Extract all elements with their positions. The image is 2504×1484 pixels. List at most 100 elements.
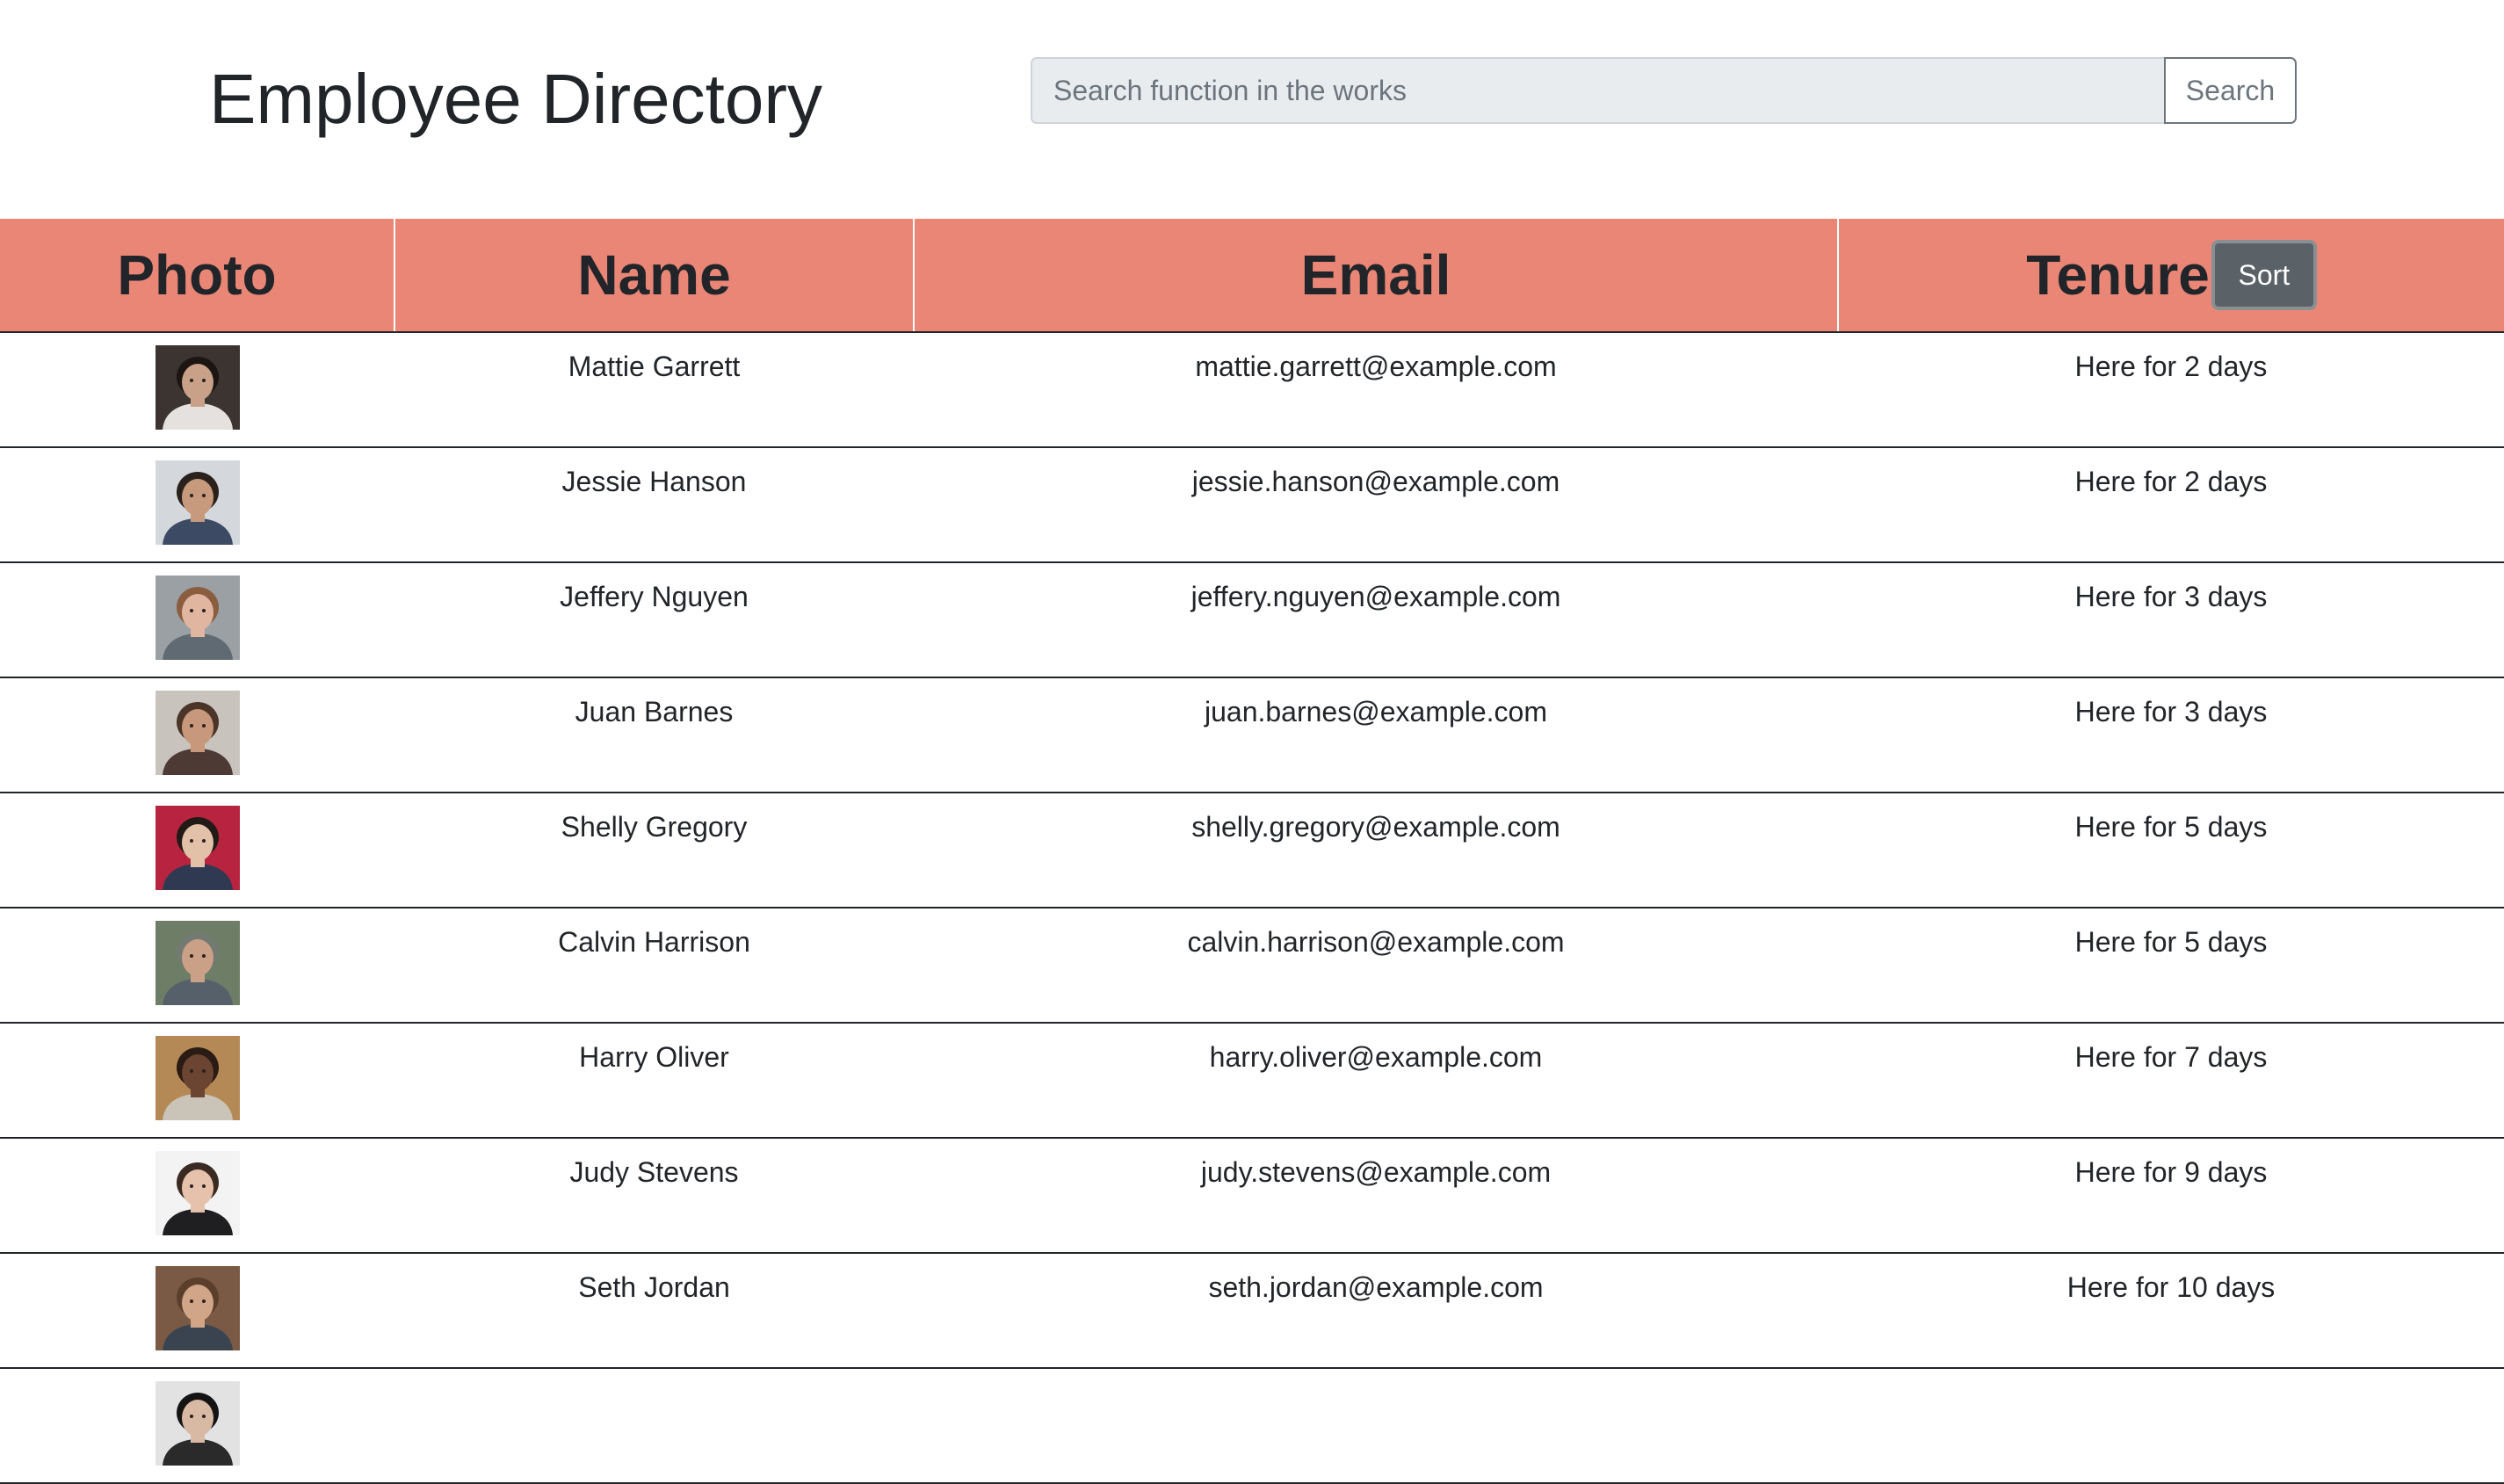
tenure-cell: Here for 3 days bbox=[1838, 677, 2504, 793]
tenure-cell: Here for 9 days bbox=[1838, 1138, 2504, 1254]
search-bar: Search bbox=[1031, 57, 2297, 124]
employee-name: Mattie Garrett bbox=[568, 351, 741, 382]
photo-cell bbox=[0, 1138, 394, 1254]
tenure-cell: Here for 2 days bbox=[1838, 332, 2504, 448]
table-row: Calvin Harrison calvin.harrison@example.c… bbox=[0, 908, 2504, 1024]
photo-eye bbox=[201, 1184, 206, 1188]
employee-tenure: Here for 7 days bbox=[2074, 1041, 2268, 1073]
photo-face bbox=[181, 1169, 213, 1206]
table-row bbox=[0, 1368, 2504, 1484]
column-header-name: Name bbox=[394, 219, 914, 333]
name-cell: Seth Jordan bbox=[394, 1253, 914, 1369]
email-cell: calvin.harrison@example.com bbox=[914, 908, 1838, 1024]
employee-name: Shelly Gregory bbox=[561, 811, 748, 843]
photo-eye bbox=[189, 954, 193, 958]
employee-email: shelly.gregory@example.com bbox=[1191, 811, 1560, 843]
photo-face bbox=[181, 1054, 213, 1091]
name-cell: Jeffery Nguyen bbox=[394, 562, 914, 678]
photo-eye bbox=[189, 1069, 193, 1073]
employee-tenure: Here for 3 days bbox=[2074, 581, 2268, 612]
name-cell: Calvin Harrison bbox=[394, 908, 914, 1024]
photo-cell bbox=[0, 1368, 394, 1484]
employee-tenure: Here for 2 days bbox=[2074, 351, 2268, 382]
tenure-cell bbox=[1838, 1368, 2504, 1484]
email-cell: mattie.garrett@example.com bbox=[914, 332, 1838, 448]
employee-photo bbox=[155, 576, 240, 660]
employee-email: seth.jordan@example.com bbox=[1208, 1271, 1544, 1303]
email-cell: harry.oliver@example.com bbox=[914, 1023, 1838, 1139]
photo-eye bbox=[201, 954, 206, 958]
photo-eye bbox=[189, 839, 193, 843]
employee-photo bbox=[155, 806, 240, 890]
employee-tenure: Here for 10 days bbox=[2066, 1271, 2276, 1303]
tenure-cell: Here for 10 days bbox=[1838, 1253, 2504, 1369]
photo-eye bbox=[201, 1069, 206, 1073]
table-row: Juan Barnes juan.barnes@example.com Here f… bbox=[0, 677, 2504, 793]
email-cell: jessie.hanson@example.com bbox=[914, 447, 1838, 563]
photo-cell bbox=[0, 1253, 394, 1369]
employee-name bbox=[394, 1369, 914, 1386]
photo-cell bbox=[0, 793, 394, 908]
name-cell: Mattie Garrett bbox=[394, 332, 914, 448]
column-header-tenure-label: Tenure bbox=[2026, 243, 2210, 307]
employee-tenure: Here for 3 days bbox=[2074, 696, 2268, 728]
table-body: Mattie Garrett mattie.garrett@example.com… bbox=[0, 332, 2504, 1484]
employee-tenure bbox=[1838, 1369, 2504, 1386]
employee-email: judy.stevens@example.com bbox=[1200, 1156, 1552, 1188]
employee-photo bbox=[155, 1381, 240, 1466]
employee-photo bbox=[155, 691, 240, 775]
employee-table: Photo Name Email Tenure Sort Mattie Garr… bbox=[0, 219, 2504, 1484]
photo-cell bbox=[0, 908, 394, 1024]
photo-eye bbox=[189, 379, 193, 382]
email-cell: shelly.gregory@example.com bbox=[914, 793, 1838, 908]
employee-email: harry.oliver@example.com bbox=[1209, 1041, 1543, 1073]
tenure-cell: Here for 2 days bbox=[1838, 447, 2504, 563]
table-header-row: Photo Name Email Tenure Sort bbox=[0, 219, 2504, 333]
search-input[interactable] bbox=[1031, 57, 2164, 124]
search-button[interactable]: Search bbox=[2164, 57, 2297, 124]
tenure-cell: Here for 5 days bbox=[1838, 793, 2504, 908]
employee-email: calvin.harrison@example.com bbox=[1187, 926, 1565, 958]
employee-name: Jeffery Nguyen bbox=[560, 581, 749, 612]
email-cell bbox=[914, 1368, 1838, 1484]
table-row: Judy Stevens judy.stevens@example.com Here… bbox=[0, 1138, 2504, 1254]
employee-email: juan.barnes@example.com bbox=[1204, 696, 1547, 728]
table-row: Seth Jordan seth.jordan@example.com Here f… bbox=[0, 1253, 2504, 1369]
photo-face bbox=[181, 594, 213, 631]
photo-face bbox=[181, 824, 213, 861]
name-cell: Harry Oliver bbox=[394, 1023, 914, 1139]
photo-eye bbox=[201, 839, 206, 843]
column-header-photo: Photo bbox=[0, 219, 394, 333]
photo-eye bbox=[201, 1415, 206, 1418]
photo-cell bbox=[0, 1023, 394, 1139]
email-cell: jeffery.nguyen@example.com bbox=[914, 562, 1838, 678]
employee-name: Seth Jordan bbox=[578, 1271, 730, 1303]
photo-eye bbox=[189, 724, 193, 728]
sort-button[interactable]: Sort bbox=[2211, 240, 2317, 310]
employee-tenure: Here for 5 days bbox=[2074, 926, 2268, 958]
employee-photo bbox=[155, 345, 240, 430]
name-cell bbox=[394, 1368, 914, 1484]
employee-tenure: Here for 2 days bbox=[2074, 466, 2268, 497]
table-row: Shelly Gregory shelly.gregory@example.com… bbox=[0, 793, 2504, 908]
photo-eye bbox=[201, 1299, 206, 1303]
name-cell: Juan Barnes bbox=[394, 677, 914, 793]
photo-face bbox=[181, 709, 213, 746]
table-row: Jeffery Nguyen jeffery.nguyen@example.com… bbox=[0, 562, 2504, 678]
photo-cell bbox=[0, 677, 394, 793]
photo-eye bbox=[189, 494, 193, 497]
name-cell: Jessie Hanson bbox=[394, 447, 914, 563]
employee-email: jeffery.nguyen@example.com bbox=[1190, 581, 1561, 612]
photo-eye bbox=[189, 1415, 193, 1418]
column-header-name-label: Name bbox=[577, 243, 731, 307]
employee-tenure: Here for 5 days bbox=[2074, 811, 2268, 843]
employee-name: Judy Stevens bbox=[569, 1156, 739, 1188]
tenure-cell: Here for 3 days bbox=[1838, 562, 2504, 678]
employee-email bbox=[914, 1369, 1838, 1386]
column-header-email-label: Email bbox=[1300, 243, 1451, 307]
page-title: Employee Directory bbox=[209, 60, 823, 138]
photo-cell bbox=[0, 447, 394, 563]
employee-tenure: Here for 9 days bbox=[2074, 1156, 2268, 1188]
column-header-tenure-content: Tenure Sort bbox=[2026, 240, 2317, 310]
tenure-cell: Here for 5 days bbox=[1838, 908, 2504, 1024]
